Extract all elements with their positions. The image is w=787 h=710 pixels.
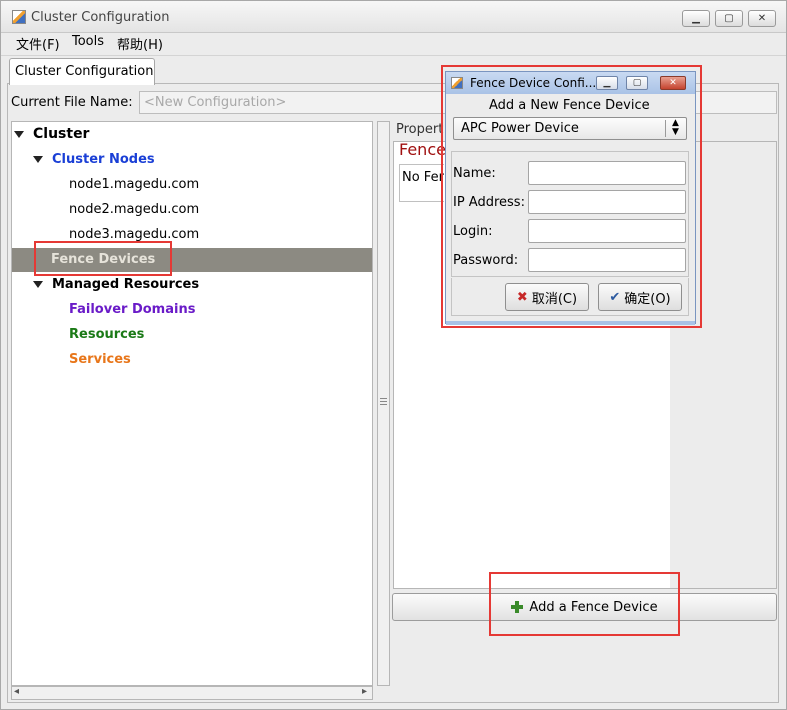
tree-horizontal-scrollbar[interactable]: ◂ ▸ <box>11 686 373 700</box>
minimize-button[interactable]: ▁ <box>682 10 710 27</box>
maximize-icon: ▢ <box>632 78 642 88</box>
ip-address-input[interactable] <box>528 190 686 214</box>
app-icon <box>451 77 463 89</box>
no-fence-text: No Fer <box>402 170 444 185</box>
password-input[interactable] <box>528 248 686 272</box>
fence-heading: Fence <box>399 140 446 159</box>
dialog-close-button[interactable]: ✕ <box>660 76 686 90</box>
cancel-label: 取消(C) <box>531 291 578 307</box>
device-type-select[interactable]: APC Power Device ▲ ▼ <box>453 117 687 140</box>
splitter-grip <box>380 401 387 402</box>
expand-triangle-icon[interactable] <box>14 131 24 138</box>
tree-item-cluster[interactable]: Cluster <box>33 126 89 142</box>
ok-check-icon: ✔ <box>609 289 621 305</box>
close-icon: ✕ <box>757 13 767 24</box>
tree-item-fence-devices[interactable]: Fence Devices <box>12 248 372 272</box>
splitter-grip <box>380 404 387 405</box>
title-bar: Cluster Configuration ▁ ▢ ✕ <box>1 1 786 33</box>
tree-item-managed-resources[interactable]: Managed Resources <box>52 277 199 292</box>
cluster-tree: Cluster Cluster Nodes node1.magedu.com n… <box>11 121 373 686</box>
fence-info-box: No Fer <box>399 164 444 202</box>
dialog-subtitle: Add a New Fence Device <box>489 98 650 113</box>
login-label: Login: <box>453 224 493 239</box>
tree-item-cluster-nodes[interactable]: Cluster Nodes <box>52 152 155 167</box>
tree-item-node1[interactable]: node1.magedu.com <box>69 177 199 192</box>
tree-item-node2[interactable]: node2.magedu.com <box>69 202 199 217</box>
dialog-maximize-button[interactable]: ▢ <box>626 76 648 90</box>
dialog-title: Fence Device Confi... <box>470 76 597 90</box>
ok-label: 确定(O) <box>624 291 671 307</box>
scroll-right-arrow[interactable]: ▸ <box>362 686 367 697</box>
dialog-bottom-border <box>446 321 695 325</box>
dialog-minimize-button[interactable]: ▁ <box>596 76 618 90</box>
file-name-label: Current File Name: <box>11 95 133 110</box>
tree-item-services[interactable]: Services <box>69 352 131 367</box>
properties-label: Propert <box>396 122 444 137</box>
add-fence-device-button[interactable]: Add a Fence Device <box>392 593 777 621</box>
password-label: Password: <box>453 253 519 268</box>
pane-splitter[interactable] <box>377 121 390 686</box>
tab-cluster-configuration[interactable]: Cluster Configuration <box>9 58 155 85</box>
menu-tools[interactable]: Tools <box>72 34 104 49</box>
scroll-left-arrow[interactable]: ◂ <box>14 686 19 697</box>
dropdown-arrows-icon: ▲ ▼ <box>672 118 679 137</box>
menu-file[interactable]: 文件(F) <box>16 34 60 53</box>
select-divider <box>665 120 666 137</box>
main-window: Cluster Configuration ▁ ▢ ✕ 文件(F) Tools … <box>0 0 787 710</box>
name-input[interactable] <box>528 161 686 185</box>
tree-item-failover-domains[interactable]: Failover Domains <box>69 302 195 317</box>
splitter-grip <box>380 398 387 399</box>
maximize-icon: ▢ <box>724 13 734 24</box>
close-icon: ✕ <box>669 78 677 88</box>
expand-triangle-icon[interactable] <box>33 156 43 163</box>
menu-divider <box>1 55 786 56</box>
file-name-placeholder: <New Configuration> <box>144 95 287 110</box>
menu-bar: 文件(F) Tools 帮助(H) <box>1 34 786 54</box>
name-label: Name: <box>453 166 496 181</box>
dialog-title-bar: Fence Device Confi... ▁ ▢ ✕ <box>446 72 695 94</box>
tab-label: Cluster Configuration <box>15 64 154 79</box>
ok-button[interactable]: ✔ 确定(O) <box>598 283 682 311</box>
minimize-icon: ▁ <box>603 78 611 88</box>
tree-item-fence-devices-label: Fence Devices <box>51 252 156 267</box>
tree-item-node3[interactable]: node3.magedu.com <box>69 227 199 242</box>
plus-icon <box>511 601 524 613</box>
fence-device-dialog: Fence Device Confi... ▁ ▢ ✕ Add a New Fe… <box>445 71 696 325</box>
window-title: Cluster Configuration <box>31 10 170 25</box>
minimize-icon: ▁ <box>692 13 700 24</box>
menu-help[interactable]: 帮助(H) <box>117 34 163 53</box>
cancel-x-icon: ✖ <box>516 289 528 305</box>
close-button[interactable]: ✕ <box>748 10 776 27</box>
ip-address-label: IP Address: <box>453 195 525 210</box>
expand-triangle-icon[interactable] <box>33 281 43 288</box>
device-type-value: APC Power Device <box>461 121 579 136</box>
maximize-button[interactable]: ▢ <box>715 10 743 27</box>
tree-item-resources[interactable]: Resources <box>69 327 144 342</box>
app-icon <box>12 10 26 24</box>
cancel-button[interactable]: ✖ 取消(C) <box>505 283 589 311</box>
add-fence-device-label: Add a Fence Device <box>529 599 658 615</box>
login-input[interactable] <box>528 219 686 243</box>
